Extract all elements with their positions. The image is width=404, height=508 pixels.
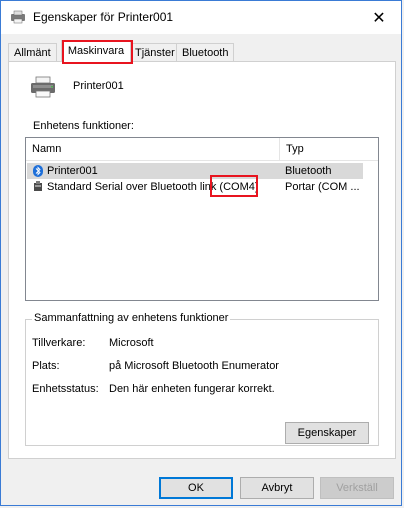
tab-bar: Allmänt Maskinvara Tjänster Bluetooth bbox=[8, 40, 398, 64]
location-value: på Microsoft Bluetooth Enumerator bbox=[109, 360, 279, 372]
location-label: Plats: bbox=[32, 360, 60, 372]
bluetooth-icon bbox=[33, 165, 43, 177]
tab-services[interactable]: Tjänster bbox=[129, 43, 181, 61]
tab-general[interactable]: Allmänt bbox=[8, 43, 57, 61]
hardware-panel: Printer001 Enhetens funktioner: Namn Typ… bbox=[8, 61, 396, 459]
column-header-type[interactable]: Typ bbox=[280, 138, 378, 160]
status-label: Enhetsstatus: bbox=[32, 383, 99, 395]
list-header: Namn Typ bbox=[26, 138, 378, 161]
close-button[interactable]: ✕ bbox=[357, 1, 401, 34]
functions-list[interactable]: Namn Typ Printer001 Bluetooth Standard S… bbox=[25, 137, 379, 301]
title-bar: Egenskaper för Printer001 ✕ bbox=[1, 1, 401, 34]
bluetooth-device-icon bbox=[11, 10, 25, 24]
functions-label: Enhetens funktioner: bbox=[33, 120, 134, 132]
status-value: Den här enheten fungerar korrekt. bbox=[109, 383, 275, 395]
window-title: Egenskaper för Printer001 bbox=[33, 10, 174, 24]
tab-hardware[interactable]: Maskinvara bbox=[61, 40, 131, 62]
printer-icon bbox=[31, 76, 55, 98]
row-name: Standard Serial over Bluetooth link (COM… bbox=[47, 181, 259, 193]
apply-button[interactable]: Verkställ bbox=[320, 477, 394, 499]
row-type: Bluetooth bbox=[285, 165, 332, 177]
summary-title: Sammanfattning av enhetens funktioner bbox=[32, 312, 231, 324]
device-name: Printer001 bbox=[73, 80, 124, 92]
row-type: Portar (COM ... bbox=[285, 181, 360, 193]
properties-button[interactable]: Egenskaper bbox=[285, 422, 369, 444]
list-row[interactable]: Printer001 Bluetooth bbox=[27, 163, 363, 179]
row-name: Printer001 bbox=[47, 165, 98, 177]
manufacturer-value: Microsoft bbox=[109, 337, 154, 349]
list-row[interactable]: Standard Serial over Bluetooth link (COM… bbox=[27, 179, 363, 195]
port-icon bbox=[34, 181, 42, 191]
cancel-button[interactable]: Avbryt bbox=[240, 477, 314, 499]
summary-group: Sammanfattning av enhetens funktioner Ti… bbox=[25, 312, 379, 446]
tab-bluetooth[interactable]: Bluetooth bbox=[176, 43, 235, 61]
ok-button[interactable]: OK bbox=[159, 477, 233, 499]
close-icon: ✕ bbox=[372, 9, 386, 27]
column-header-name[interactable]: Namn bbox=[26, 138, 280, 160]
manufacturer-label: Tillverkare: bbox=[32, 337, 86, 349]
